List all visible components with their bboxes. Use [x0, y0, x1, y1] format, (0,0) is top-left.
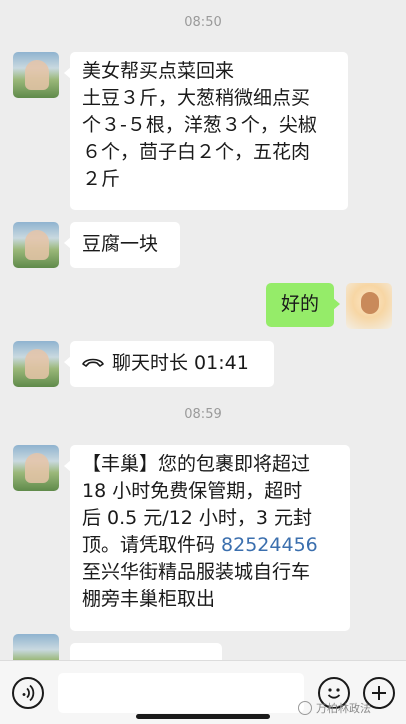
timestamp: 08:50 — [184, 15, 222, 30]
message-line: 棚旁丰巢柜取出 — [82, 588, 216, 610]
call-duration-text: 聊天时长 01:41 — [112, 352, 249, 374]
message-bubble[interactable]: 美女帮买点菜回来 土豆３斤，大葱稍微细点买 个３-５根，洋葱３个，尖椒 ６个，茴… — [64, 52, 348, 210]
message-bubble[interactable]: 豆腐一块 — [64, 222, 180, 268]
phone-call-icon — [82, 358, 104, 367]
call-record-bubble[interactable]: 聊天时长 01:41 — [64, 341, 274, 387]
voice-button[interactable] — [12, 677, 44, 709]
chat-area[interactable]: 08:50 美女帮买点菜回来 土豆３斤，大葱稍微细点买 个３-５根，洋葱３个，尖… — [0, 0, 406, 660]
message-line: 18 小时免费保管期，超时 — [82, 480, 303, 502]
pickup-code-link[interactable]: 82524456 — [221, 534, 318, 556]
message-text: 好的 — [280, 293, 319, 315]
message-line: ６个，茴子白２个，五花肉 — [82, 141, 311, 163]
timestamp: 08:59 — [184, 407, 222, 422]
message-line: 美女帮买点菜回来 — [82, 60, 235, 82]
home-indicator[interactable] — [136, 714, 270, 719]
message-line: 至兴华街精品服装城自行车 — [82, 561, 311, 583]
message-input[interactable] — [58, 673, 304, 713]
message-line: 后 0.5 元/12 小时，3 元封 — [82, 507, 313, 529]
contact-avatar[interactable] — [13, 222, 59, 268]
message-bubble-outgoing[interactable]: 好的 — [266, 283, 340, 327]
watermark-text: 万柏林政法 — [316, 702, 371, 715]
message-bubble[interactable]: 【丰巢】您的包裹即将超过 18 小时免费保管期，超时 后 0.5 元/12 小时… — [64, 445, 350, 631]
message-text: 豆腐一块 — [82, 233, 159, 255]
watermark: 万柏林政法 — [298, 700, 371, 716]
contact-avatar[interactable] — [13, 52, 59, 98]
my-avatar[interactable] — [346, 283, 392, 329]
message-line: 个３-５根，洋葱３个，尖椒 — [82, 114, 317, 136]
message-line: 顶。请凭取件码 — [82, 534, 222, 556]
contact-avatar[interactable] — [13, 445, 59, 491]
message-bubble[interactable] — [70, 643, 222, 660]
message-line: 土豆３斤，大葱稍微细点买 — [82, 87, 311, 109]
message-line: ２斤 — [82, 168, 121, 190]
contact-avatar[interactable] — [13, 341, 59, 387]
voice-icon — [22, 684, 35, 702]
message-line: 【丰巢】您的包裹即将超过 — [82, 453, 311, 475]
watermark-logo-icon — [298, 701, 312, 715]
contact-avatar[interactable] — [13, 634, 59, 660]
